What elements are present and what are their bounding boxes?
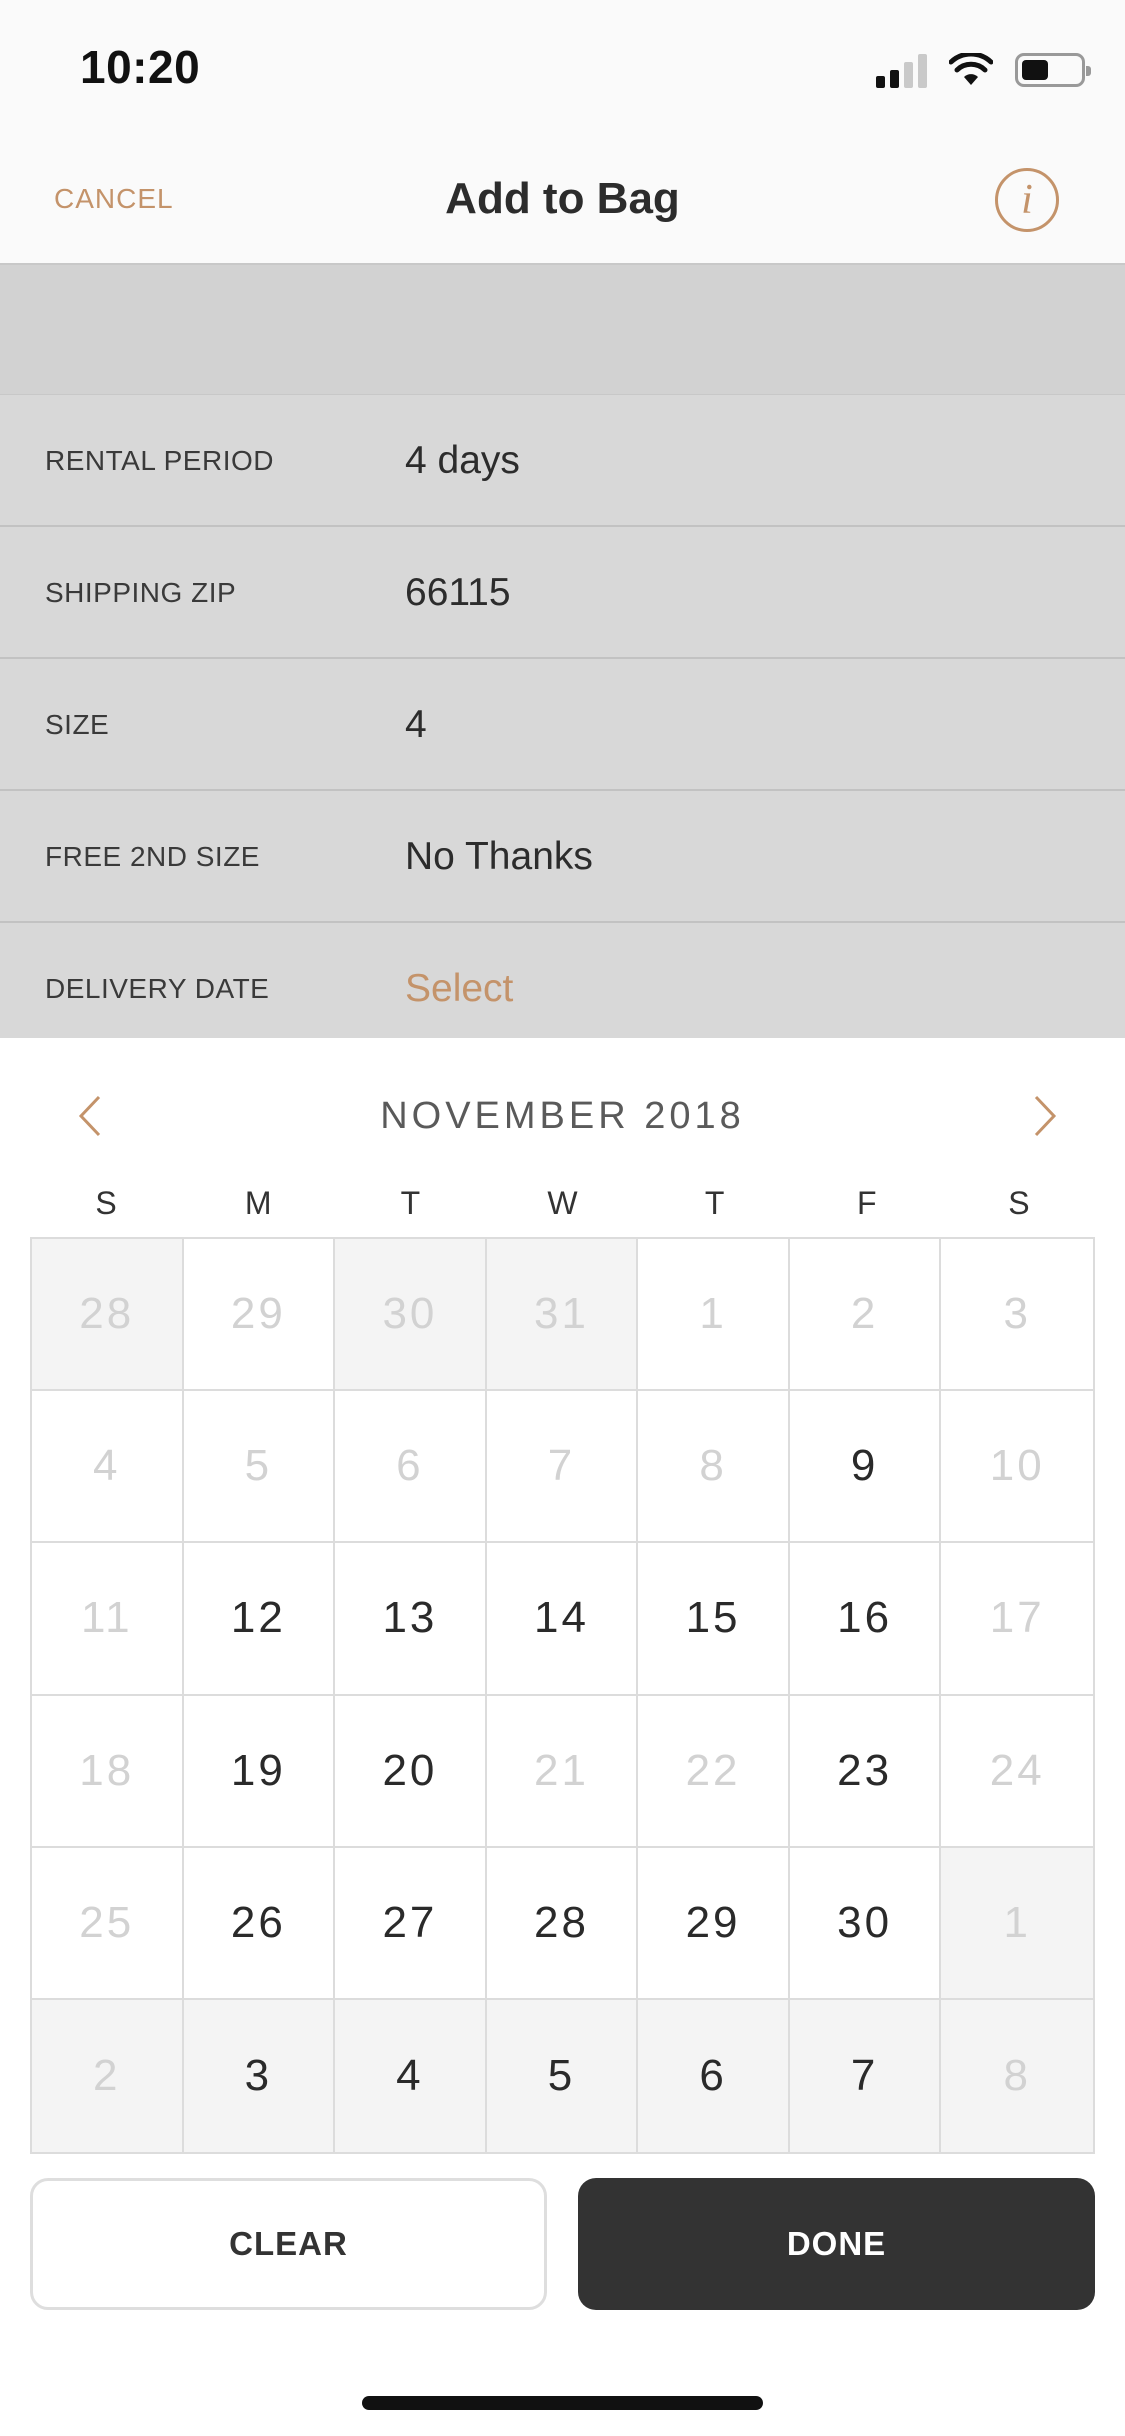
battery-icon	[1015, 53, 1091, 87]
calendar-day: 21	[486, 1695, 639, 1848]
next-month-button[interactable]	[1015, 1086, 1075, 1146]
calendar-month-title: NOVEMBER 2018	[380, 1094, 745, 1137]
home-indicator[interactable]	[362, 2396, 763, 2410]
calendar-day: 30	[335, 1239, 487, 1392]
calendar-day: 2	[32, 1999, 184, 2152]
chevron-right-icon	[1034, 1095, 1057, 1137]
weekday-label: T	[400, 1184, 421, 1221]
weekday-label: M	[244, 1184, 272, 1221]
calendar-day: 17	[941, 1543, 1093, 1696]
calendar-day: 29	[183, 1239, 336, 1392]
calendar-day: 8	[941, 1999, 1093, 2152]
calendar-day: 8	[638, 1391, 790, 1544]
calendar-day: 1	[638, 1239, 790, 1392]
overlay-header-space	[0, 265, 1125, 395]
calendar-day[interactable]: 3	[183, 1999, 336, 2152]
page-title: Add to Bag	[445, 173, 680, 223]
calendar-day[interactable]: 27	[335, 1847, 487, 2000]
calendar-day[interactable]: 23	[789, 1695, 942, 1848]
calendar-day[interactable]: 12	[183, 1543, 336, 1696]
weekday-label: F	[857, 1184, 877, 1221]
nav-bar: CANCEL Add to Bag i	[0, 132, 1125, 265]
free-2nd-size-label: FREE 2ND SIZE	[45, 841, 260, 872]
calendar-day: 25	[32, 1847, 184, 2000]
calendar-day[interactable]: 20	[335, 1695, 487, 1848]
calendar-day[interactable]: 7	[789, 1999, 942, 2152]
calendar-day[interactable]: 16	[789, 1543, 942, 1696]
weekday-label: S	[95, 1184, 117, 1221]
weekday-header: S M T W T F S	[30, 1168, 1095, 1238]
weekday-label: S	[1008, 1184, 1030, 1221]
calendar-day[interactable]: 15	[638, 1543, 790, 1696]
size-label: SIZE	[45, 709, 110, 740]
options-panel: RENTAL PERIOD 4 days SHIPPING ZIP 66115 …	[0, 265, 1125, 1038]
calendar-day[interactable]: 6	[638, 1999, 790, 2152]
calendar-day: 18	[32, 1695, 184, 1848]
size-row[interactable]: SIZE 4	[0, 659, 1125, 791]
calendar-header: NOVEMBER 2018	[0, 1038, 1125, 1188]
shipping-zip-label: SHIPPING ZIP	[45, 577, 237, 608]
wifi-icon	[949, 53, 993, 85]
calendar-day: 1	[941, 1847, 1093, 2000]
calendar-day[interactable]: 19	[183, 1695, 336, 1848]
calendar-day: 11	[32, 1543, 184, 1696]
status-bar: 10:20	[0, 0, 1125, 132]
calendar-day[interactable]: 13	[335, 1543, 487, 1696]
calendar-day: 10	[941, 1391, 1093, 1544]
size-value: 4	[405, 703, 427, 746]
calendar-day[interactable]: 29	[638, 1847, 790, 2000]
free-2nd-size-row[interactable]: FREE 2ND SIZE No Thanks	[0, 791, 1125, 923]
calendar-day: 22	[638, 1695, 790, 1848]
shipping-zip-value: 66115	[405, 571, 511, 614]
calendar-day[interactable]: 14	[486, 1543, 639, 1696]
calendar-day[interactable]: 9	[789, 1391, 942, 1544]
calendar-day: 4	[32, 1391, 184, 1544]
calendar-day[interactable]: 28	[486, 1847, 639, 2000]
rental-period-label: RENTAL PERIOD	[45, 445, 274, 476]
calendar-day: 5	[183, 1391, 336, 1544]
rental-period-value: 4 days	[405, 439, 520, 482]
calendar-day[interactable]: 30	[789, 1847, 942, 2000]
calendar-day[interactable]: 4	[335, 1999, 487, 2152]
calendar-day[interactable]: 26	[183, 1847, 336, 2000]
cellular-signal-icon	[876, 52, 927, 88]
calendar-day: 28	[32, 1239, 184, 1392]
calendar-day: 24	[941, 1695, 1093, 1848]
done-button[interactable]: DONE	[578, 2178, 1095, 2310]
calendar-day: 7	[486, 1391, 639, 1544]
weekday-label: T	[704, 1184, 725, 1221]
free-2nd-size-value: No Thanks	[405, 835, 593, 878]
status-time: 10:20	[80, 41, 201, 93]
calendar-day: 2	[789, 1239, 942, 1392]
calendar-day: 31	[486, 1239, 639, 1392]
delivery-date-label: DELIVERY DATE	[45, 973, 270, 1004]
clear-button[interactable]: CLEAR	[30, 2178, 547, 2310]
calendar-day[interactable]: 5	[486, 1999, 639, 2152]
calendar-grid: 28 29 30 31 1 2 3 4 5 6 7 8 9 10 11 12 13 14 15 16 17 18 19 20 2…	[30, 1237, 1095, 2154]
delivery-date-value: Select	[405, 967, 514, 1010]
calendar-day: 3	[941, 1239, 1093, 1392]
weekday-label: W	[547, 1184, 578, 1221]
delivery-date-row[interactable]: DELIVERY DATE Select	[0, 923, 1125, 1036]
status-icons	[876, 48, 1091, 92]
info-icon[interactable]: i	[995, 168, 1059, 232]
rental-period-row[interactable]: RENTAL PERIOD 4 days	[0, 395, 1125, 527]
shipping-zip-row[interactable]: SHIPPING ZIP 66115	[0, 527, 1125, 659]
calendar-day: 6	[335, 1391, 487, 1544]
